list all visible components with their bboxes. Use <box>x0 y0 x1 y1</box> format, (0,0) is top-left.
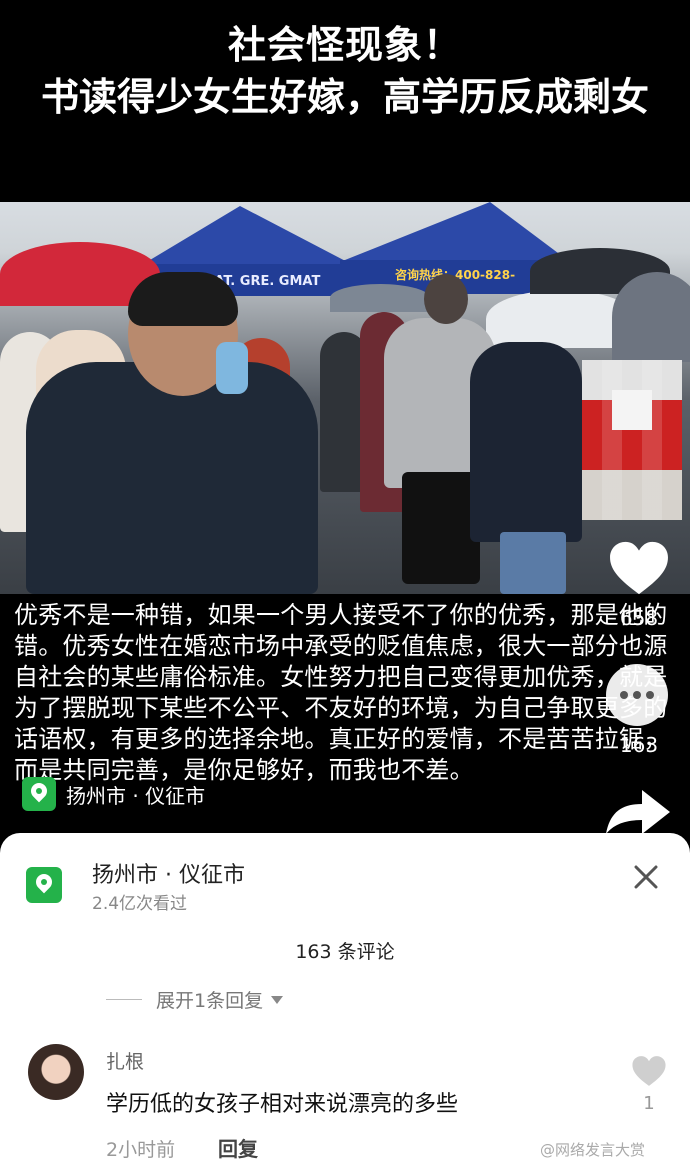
expand-replies-label: 展开1条回复 <box>156 990 264 1012</box>
comment-like-heart-icon[interactable] <box>631 1055 667 1087</box>
comment-like-count: 1 <box>643 1093 655 1114</box>
more-dot-1 <box>620 691 628 699</box>
person-navy-hood <box>470 342 582 542</box>
comments-count-header: 163 条评论 <box>295 941 395 963</box>
expand-replies-button[interactable]: 展开1条回复 <box>106 986 284 1013</box>
mosaic-blur-white <box>612 390 652 430</box>
expand-divider-line <box>106 999 142 1000</box>
like-count: 658 <box>619 606 659 630</box>
face-mask <box>216 342 248 394</box>
location-pin-icon <box>22 777 56 811</box>
post-caption: 优秀不是一种错，如果一个男人接受不了你的优秀，那是他的错。优秀女性在婚恋市场中承… <box>14 601 668 784</box>
chevron-down-icon <box>271 995 284 1004</box>
location-tag[interactable]: 扬州市 · 仪征市 <box>22 774 205 814</box>
avatar[interactable] <box>28 1044 84 1100</box>
weibo-watermark: @网络发言大赏 <box>540 1141 646 1159</box>
reply-button[interactable]: 回复 <box>218 1133 258 1162</box>
man-hair <box>128 272 238 326</box>
sheet-view-count: 2.4亿次看过 <box>92 894 188 914</box>
gray-umbrella-left <box>330 284 430 312</box>
more-options-button[interactable] <box>606 664 668 726</box>
person-black-legs <box>402 472 480 584</box>
more-dot-3 <box>646 691 654 699</box>
close-icon[interactable] <box>628 859 664 895</box>
side-comment-count: 163 <box>619 733 659 757</box>
person-jeans <box>500 532 566 594</box>
person-navy-jacket <box>26 362 318 594</box>
video-frame-photo[interactable]: SAT. GRE. GMAT 咨询热线：400-828- <box>0 202 690 594</box>
banner-title-line-1: 社会怪现象！ <box>227 23 462 67</box>
comments-sheet: 扬州市 · 仪征市 2.4亿次看过 163 条评论 展开1条回复 扎根 学历低的… <box>0 833 690 1169</box>
more-dot-2 <box>633 691 641 699</box>
mosaic-blur <box>582 360 682 520</box>
video-title-banner: 社会怪现象！ 书读得少女生好嫁，高学历反成剩女 <box>0 0 690 202</box>
gray-umbrella-right <box>612 272 690 362</box>
sheet-location-pin-icon <box>26 867 62 903</box>
comment-timestamp: 2小时前 <box>106 1139 176 1161</box>
location-tag-label: 扬州市 · 仪征市 <box>66 783 206 808</box>
comment-text: 学历低的女孩子相对来说漂亮的多些 <box>106 1092 459 1117</box>
share-arrow-icon[interactable] <box>606 790 670 834</box>
sheet-location-title[interactable]: 扬州市 · 仪征市 <box>92 857 245 889</box>
comment-username[interactable]: 扎根 <box>106 1047 144 1074</box>
like-heart-icon[interactable] <box>608 540 670 596</box>
gray-hoodie-head <box>424 274 468 324</box>
banner-title-line-2: 书读得少女生好嫁，高学历反成剩女 <box>40 75 649 119</box>
